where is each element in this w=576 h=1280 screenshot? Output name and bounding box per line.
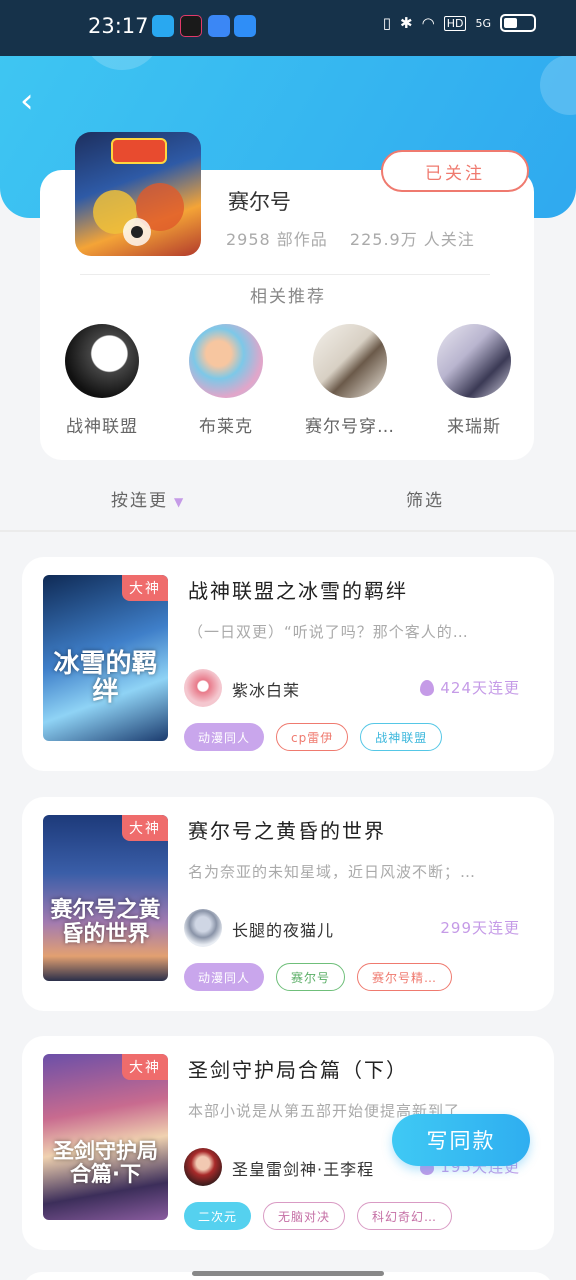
author-avatar <box>184 1148 222 1186</box>
badge-dashen: 大神 <box>122 575 168 601</box>
wifi-icon: ◠ <box>421 14 435 32</box>
update-text: 299天连更 <box>440 919 520 937</box>
badge-dashen: 大神 <box>122 815 168 841</box>
recommend-title: 相关推荐 <box>250 287 326 307</box>
book-title: 圣剑守护局合篇（下） <box>188 1058 408 1082</box>
app-icon <box>234 15 256 37</box>
author-name: 赛尔号 <box>228 190 291 214</box>
author-avatar <box>184 669 222 707</box>
tiktok-icon <box>180 15 202 37</box>
badge-dashen: 大神 <box>122 1054 168 1080</box>
book-cover: 冰雪的羁绊 大神 <box>43 575 168 741</box>
bluetooth-icon: ✱ <box>400 14 413 32</box>
recommend-label: 布莱克 <box>199 417 253 437</box>
tag-list: 动漫同人 赛尔号 赛尔号精… <box>184 963 453 991</box>
recommend-avatar <box>437 324 511 398</box>
book-card[interactable]: 赛尔号之黄昏的世界 大神 赛尔号之黄昏的世界 名为奈亚的未知星域，近日风波不断；… <box>22 797 554 1011</box>
status-bar: 23:17 ▯ ✱ ◠ HD 5G <box>0 0 576 56</box>
recommend-avatar <box>65 324 139 398</box>
status-time: 23:17 <box>88 14 149 38</box>
filter-button[interactable]: 筛选 <box>406 486 444 511</box>
recommend-label: 来瑞斯 <box>447 417 501 437</box>
book-desc: 名为奈亚的未知星域，近日风波不断；… <box>188 863 477 881</box>
author-avatar <box>75 132 201 256</box>
tag[interactable]: cp雷伊 <box>276 723 349 751</box>
tag[interactable]: 赛尔号 <box>276 963 346 991</box>
update-text: 424天连更 <box>440 679 520 697</box>
book-cover: 赛尔号之黄昏的世界 大神 <box>43 815 168 981</box>
recommend-avatar <box>313 324 387 398</box>
tag[interactable]: 二次元 <box>184 1202 252 1230</box>
sort-dropdown[interactable]: 按连更 ▼ <box>111 486 185 511</box>
tag[interactable]: 科幻奇幻… <box>357 1202 453 1230</box>
recommend-avatar <box>189 324 263 398</box>
author-avatar <box>184 909 222 947</box>
tag[interactable]: 动漫同人 <box>184 963 265 991</box>
book-cover: 圣剑守护局 合篇·下 大神 <box>43 1054 168 1220</box>
recommend-label: 战神联盟 <box>66 417 138 437</box>
recommend-label: 赛尔号穿… <box>305 417 395 437</box>
vibrate-icon: ▯ <box>382 14 392 32</box>
cover-title: 赛尔号之黄昏的世界 <box>50 897 161 947</box>
cover-title: 圣剑守护局 合篇·下 <box>53 1138 158 1186</box>
author-stats: 2958 部作品 225.9万 人关注 <box>226 226 475 250</box>
cover-title: 冰雪的羁绊 <box>53 648 158 708</box>
decor-bubble <box>540 55 576 115</box>
book-author: 紫冰白茉 <box>232 681 301 700</box>
followers-count: 225.9万 人关注 <box>349 230 475 249</box>
battery-icon <box>500 14 536 32</box>
recommend-item[interactable]: 赛尔号穿… <box>290 324 410 437</box>
recommend-item[interactable]: 布莱克 <box>166 324 286 437</box>
book-card[interactable]: 冰雪的羁绊 大神 战神联盟之冰雪的羁绊 （一日双更）“听说了吗？那个客人的… 紫… <box>22 557 554 771</box>
back-icon[interactable]: ‹ <box>20 84 34 118</box>
section-divider <box>0 530 576 532</box>
book-title: 赛尔号之黄昏的世界 <box>188 819 386 843</box>
home-indicator[interactable] <box>192 1271 384 1276</box>
tag-list: 二次元 无脑对决 科幻奇幻… <box>184 1202 453 1230</box>
works-count: 2958 部作品 <box>226 230 328 249</box>
flame-icon <box>420 679 435 696</box>
tag[interactable]: 无脑对决 <box>263 1202 346 1230</box>
update-streak: 424天连更 <box>420 677 520 698</box>
chevron-down-icon: ▼ <box>174 495 186 509</box>
book-author: 圣皇雷剑神·王李程 <box>232 1160 375 1179</box>
follow-button[interactable]: 已关注 <box>381 150 529 192</box>
recommend-item[interactable]: 战神联盟 <box>42 324 162 437</box>
tag-list: 动漫同人 cp雷伊 战神联盟 <box>184 723 443 751</box>
tag[interactable]: 战神联盟 <box>360 723 443 751</box>
write-same-button[interactable]: 写同款 <box>392 1114 530 1166</box>
tag[interactable]: 赛尔号精… <box>357 963 453 991</box>
book-desc: （一日双更）“听说了吗？那个客人的… <box>188 623 469 641</box>
divider <box>80 274 490 275</box>
sort-label: 按连更 <box>111 491 168 511</box>
tag[interactable]: 动漫同人 <box>184 723 265 751</box>
status-right: ▯ ✱ ◠ HD 5G <box>383 14 536 32</box>
app-icon <box>208 15 230 37</box>
signal-icon: 5G <box>475 16 491 30</box>
hd-icon: HD <box>443 15 467 31</box>
book-title: 战神联盟之冰雪的羁绊 <box>188 579 408 603</box>
book-author: 长腿的夜猫儿 <box>232 921 335 940</box>
qq-icon <box>152 15 174 37</box>
update-streak: 299天连更 <box>440 917 520 938</box>
recommend-item[interactable]: 来瑞斯 <box>414 324 534 437</box>
